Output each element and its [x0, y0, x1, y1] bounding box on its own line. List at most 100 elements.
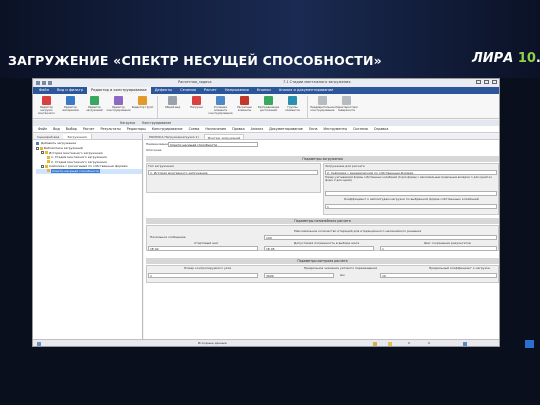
logo-version-major: 10 [517, 51, 536, 66]
ribbon-button[interactable]: Редактор загружений [83, 96, 106, 118]
menu-sections[interactable]: Сечения [176, 87, 200, 94]
ribbon-button[interactable]: Усиление элемента конструирования [209, 96, 232, 118]
design-icon [114, 96, 123, 105]
expand-icon[interactable] [41, 151, 44, 155]
combination-select[interactable]: 2. Сейсмика с динамическим по собственны… [325, 170, 497, 175]
main-menu-item[interactable]: Документирование [266, 126, 306, 132]
section-control: Параметры контроля расчета [146, 258, 499, 264]
ribbon-button[interactable]: Группы элементов [281, 96, 304, 118]
minimize-icon[interactable] [476, 80, 481, 84]
tree-item-capacity-spectrum[interactable]: Спектр несущей способности [36, 168, 142, 174]
main-menu-item[interactable]: Анализ [248, 126, 266, 132]
maximize-icon[interactable] [484, 80, 489, 84]
menu-calc[interactable]: Расчет [200, 87, 221, 94]
main-menu-item[interactable]: Схема [186, 126, 203, 132]
ctrl-disp-input[interactable]: 3000 [264, 273, 334, 278]
ribbon-button[interactable]: Характеристики поверхности [335, 96, 358, 118]
folder-icon [40, 146, 43, 150]
menu-buttons[interactable]: Кнопки [253, 87, 275, 94]
ribbon-button-label: Нагрузки [190, 106, 203, 109]
mode-number-input[interactable] [325, 191, 497, 196]
ribbon-toolbar: Редактор нагрузок монтажного Редактор мат… [33, 94, 499, 119]
main-menu-item[interactable]: Вид [50, 126, 63, 132]
main-menu-item[interactable]: Конструирование [149, 126, 186, 132]
view-icon [168, 96, 177, 105]
window-controls [476, 80, 497, 84]
ribbon-button-label: Редактор загружений [86, 106, 103, 112]
corner-marker [525, 340, 534, 348]
menu-editor[interactable]: Редактор и конструирование [87, 87, 151, 94]
menu-defects[interactable]: Дефекты [151, 87, 176, 94]
ribbon-button-label: Усиление элемента конструирования [208, 106, 233, 115]
combination-label: Загружение для расчета [325, 164, 365, 168]
ribbon-button[interactable]: Распределение достижений [257, 96, 280, 118]
loads2-icon [192, 96, 201, 105]
loading-type-select[interactable]: 1. История монтажного загружения [148, 170, 318, 175]
section-nonlinear: Параметры нелинейного расчета [146, 218, 499, 224]
loadings-panel: Сценарий вид Загружения Добавить загруже… [33, 134, 143, 346]
tab-loadings[interactable]: Загружения [63, 134, 92, 139]
main-menu-item[interactable]: Редакторы [124, 126, 149, 132]
menu-view[interactable]: Вид и фильтр [53, 87, 87, 94]
coef-input[interactable]: 1 [325, 204, 497, 209]
initial-message-label: Начальное сообщение [150, 235, 186, 239]
main-menu-item[interactable]: Расчет [80, 126, 98, 132]
main-menu-item[interactable]: Система [350, 126, 371, 132]
ctrl-node-input[interactable]: 1 [148, 273, 258, 278]
ribbon-button[interactable]: Предварительное конструирование [310, 96, 335, 118]
add-loading-label: Добавить загружение [41, 141, 77, 145]
window-title: Расчетная_задача [178, 80, 212, 84]
display-icon[interactable] [463, 341, 467, 346]
save-icon[interactable] [36, 81, 40, 85]
menu-file[interactable]: Файл [35, 87, 53, 94]
menu-analysis[interactable]: Анализ и документирование [275, 87, 338, 94]
expand-icon[interactable] [36, 146, 39, 150]
ribbon-button[interactable]: Редактор конструирования [107, 96, 130, 118]
ribbon-button[interactable]: Редактор групп [131, 96, 154, 118]
ribbon-button[interactable]: Редактор материалов [59, 96, 82, 118]
status-count-1: 0 [408, 341, 410, 345]
accuracy-label: Допустимая погрешность в выборе шага [294, 241, 360, 245]
loadings-tree: Библиотека загружений История монтажного… [33, 146, 142, 174]
loading-icon [45, 164, 48, 168]
snap-icon[interactable] [388, 341, 392, 346]
main-menu-item[interactable]: Файл [35, 126, 50, 132]
materials-icon [66, 96, 75, 105]
prelim-icon [318, 96, 327, 105]
undo-icon[interactable] [42, 81, 46, 85]
ctrl-coef-label: Предельный коэффициент к нагрузке [429, 266, 490, 270]
accuracy-input[interactable]: 1E-05 [264, 246, 374, 251]
section-loading-params: Параметры загружения [146, 156, 499, 162]
main-menu-item[interactable]: Инструменты [321, 126, 351, 132]
add-icon [36, 141, 39, 145]
tab-scenario[interactable]: Сценарий вид [33, 134, 63, 139]
main-menu-item[interactable]: Правка [229, 126, 248, 132]
ribbon-button[interactable]: Редактор нагрузок монтажного [35, 96, 58, 118]
main-menu-item[interactable]: Выбор [63, 126, 80, 132]
ribbon-button-label: Редактор нагрузок монтажного [38, 106, 55, 115]
max-iter-input[interactable]: 100 [264, 235, 497, 240]
main-menu-item[interactable]: Окна [306, 126, 321, 132]
ribbon-button[interactable]: Расчетные элементы [233, 96, 256, 118]
tab-document-2[interactable]: Монтаж загружений [203, 134, 245, 140]
folder-icon [45, 151, 48, 155]
lock-icon[interactable] [373, 341, 377, 346]
results-step-input[interactable]: 1 [380, 246, 497, 251]
main-menu-item[interactable]: Назначение [202, 126, 229, 132]
name-label: Наименование [146, 142, 170, 146]
expand-icon[interactable] [41, 164, 44, 168]
step-input[interactable]: 1E-02 [148, 246, 258, 251]
redo-icon[interactable] [48, 81, 52, 85]
slide-header: ЗАГРУЖЕНИЕ «СПЕКТР НЕСУЩЕЙ СПОСОБНОСТИ» … [0, 0, 540, 78]
menu-stress[interactable]: Напряжения [221, 87, 253, 94]
tab-document-1[interactable]: РОСРОСА Нагрузка(нагрузка 1) [146, 134, 202, 139]
main-menu-item[interactable]: Результаты [98, 126, 124, 132]
name-input[interactable]: Спектр несущей способности [168, 142, 258, 147]
ribbon-button-label: Характеристики поверхности [335, 106, 358, 112]
ctrl-coef-input[interactable]: 10 [380, 273, 497, 278]
distribution-icon [264, 96, 273, 105]
ribbon-button[interactable]: Нагрузки [185, 96, 208, 118]
close-icon[interactable] [492, 80, 497, 84]
main-menu-item[interactable]: Справка [371, 126, 392, 132]
ribbon-button[interactable]: Общий вид [161, 96, 184, 118]
